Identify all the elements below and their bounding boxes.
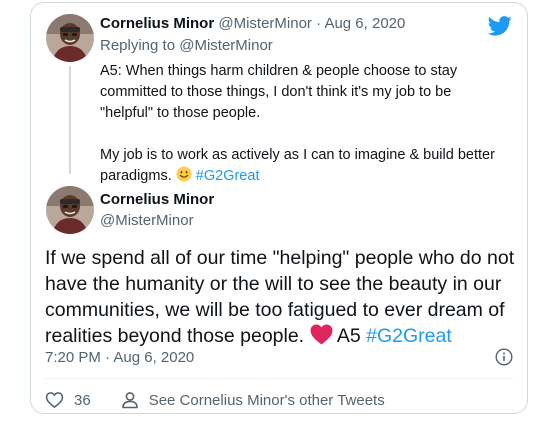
red-heart-emoji-icon <box>310 324 333 345</box>
reply-hashtag[interactable]: #G2Great <box>196 168 260 184</box>
tweet-actions: 36 See Cornelius Minor's other Tweets <box>45 388 385 412</box>
avatar[interactable] <box>46 186 94 234</box>
avatar[interactable] <box>46 14 94 62</box>
tweet-a5: A5 <box>336 325 361 347</box>
twitter-bird-icon[interactable] <box>488 16 512 36</box>
thread-line <box>69 66 71 174</box>
replying-to-handle[interactable]: @MisterMinor <box>179 37 273 54</box>
reply-header: Cornelius Minor @MisterMinor · Aug 6, 20… <box>100 14 497 34</box>
info-icon[interactable] <box>495 348 513 366</box>
reply-date[interactable]: Aug 6, 2020 <box>324 15 405 32</box>
reply-text: A5: When things harm children & people c… <box>100 61 500 187</box>
author-name[interactable]: Cornelius Minor <box>100 190 214 210</box>
reply-author-handle[interactable]: @MisterMinor <box>218 15 312 32</box>
reply-paragraph-2: My job is to work as actively as I can t… <box>100 145 500 187</box>
author-handle[interactable]: @MisterMinor <box>100 211 194 231</box>
separator-dot: · <box>316 15 322 32</box>
tweet-text: If we spend all of our time "helping" pe… <box>45 245 523 349</box>
replying-to: Replying to @MisterMinor <box>100 36 273 56</box>
replying-prefix: Replying to <box>100 37 176 54</box>
reply-paragraph-2-text: My job is to work as actively as I can t… <box>100 147 495 184</box>
reply-author-name[interactable]: Cornelius Minor <box>100 15 214 32</box>
heart-outline-icon[interactable] <box>45 391 64 409</box>
tweet-embed-card: Cornelius Minor @MisterMinor · Aug 6, 20… <box>30 2 528 414</box>
user-icon[interactable] <box>121 391 139 409</box>
like-count[interactable]: 36 <box>74 392 91 409</box>
smiley-emoji-icon <box>176 166 192 182</box>
see-other-tweets-link[interactable]: See Cornelius Minor's other Tweets <box>149 392 385 409</box>
divider <box>45 378 513 379</box>
reply-paragraph-1: A5: When things harm children & people c… <box>100 63 458 121</box>
tweet-timestamp[interactable]: 7:20 PM · Aug 6, 2020 <box>45 348 194 368</box>
tweet-hashtag[interactable]: #G2Great <box>366 325 452 347</box>
